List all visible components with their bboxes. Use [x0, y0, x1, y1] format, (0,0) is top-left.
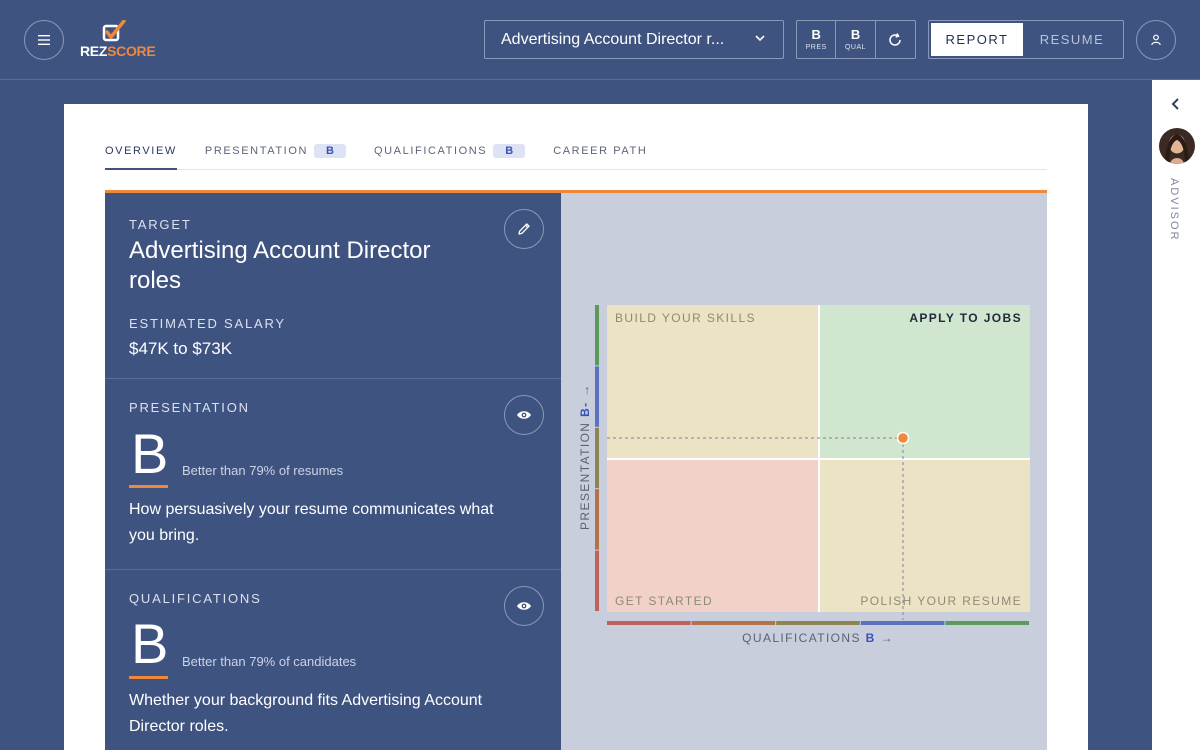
presentation-scale-band [595, 550, 599, 611]
qualifications-eyebrow: QUALIFICATIONS [129, 591, 262, 606]
x-axis-title: QUALIFICATIONS [742, 631, 861, 645]
qualifications-grade: B [131, 612, 169, 675]
advisor-panel: ADVISOR [1152, 80, 1200, 750]
presentation-tab-badge: B [314, 144, 346, 158]
target-role-select[interactable]: Advertising Account Director r... [484, 20, 784, 59]
advisor-portrait [1159, 128, 1195, 164]
refresh-button[interactable] [876, 21, 915, 58]
menu-button[interactable] [24, 20, 64, 60]
target-role-value: Advertising Account Director r... [501, 30, 725, 48]
quadrant-chart: BUILD YOUR SKILLS APPLY TO JOBS GET STAR… [578, 305, 1030, 645]
report-card: OVERVIEW PRESENTATION B QUALIFICATIONS B… [64, 104, 1088, 750]
presentation-description: How persuasively your resume communicate… [129, 501, 494, 544]
presentation-grade: B [131, 422, 169, 485]
eye-icon [517, 411, 531, 419]
presentation-percentile: Better than 79% of resumes [182, 463, 344, 478]
tab-presentation[interactable]: PRESENTATION B [205, 136, 346, 170]
presentation-scale-band [595, 305, 599, 366]
summary-column: TARGET Advertising Account Director role… [105, 193, 561, 750]
chevron-down-icon [755, 35, 765, 42]
tab-overview[interactable]: OVERVIEW [105, 136, 177, 170]
qualifications-scale-band [860, 621, 945, 625]
quadrant-label-polish-your-resume: POLISH YOUR RESUME [860, 594, 1022, 608]
qualifications-grade-scale [607, 621, 1029, 625]
view-qualifications-button[interactable] [504, 586, 544, 626]
presentation-eyebrow: PRESENTATION [129, 400, 250, 415]
quadrant-get-started [607, 460, 818, 612]
resume-view-button[interactable]: RESUME [1023, 23, 1121, 56]
quadrant-polish-your-resume [820, 460, 1030, 612]
advisor-avatar[interactable] [1159, 128, 1195, 164]
quadrant-build-your-skills [607, 305, 818, 458]
view-presentation-button[interactable] [504, 395, 544, 435]
refresh-icon [889, 32, 902, 46]
view-toggle: REPORT RESUME [928, 20, 1124, 59]
qualifications-section: QUALIFICATIONS B Better than 79% of cand… [105, 570, 561, 750]
x-axis-label: QUALIFICATIONS B → [742, 631, 894, 645]
y-axis-grade: B- [578, 401, 592, 416]
report-tabs: OVERVIEW PRESENTATION B QUALIFICATIONS B… [105, 136, 1047, 170]
presentation-scale-band [595, 427, 599, 489]
qualifications-scale-band [691, 621, 776, 625]
quadrant-horizontal-divider [607, 458, 1030, 460]
chevron-left-icon[interactable] [1168, 96, 1184, 112]
salary-label: ESTIMATED SALARY [129, 316, 286, 331]
grade-summary: B PRES B QUAL [796, 20, 916, 59]
presentation-section: PRESENTATION B Better than 79% of resume… [105, 379, 561, 570]
x-axis-arrow-icon: → [880, 631, 893, 645]
qualifications-scale-band [945, 621, 1029, 625]
y-axis-arrow-icon: → [578, 383, 592, 396]
x-axis-grade: B [866, 631, 876, 645]
presentation-grade-pill[interactable]: B PRES [797, 21, 837, 58]
account-button[interactable] [1136, 20, 1176, 60]
logo-wordmark: REZSCORE [80, 43, 156, 59]
user-icon [1151, 34, 1161, 46]
y-axis-label: PRESENTATION B- → [578, 383, 592, 530]
pencil-icon [518, 223, 530, 235]
quadrant-chart-panel: BUILD YOUR SKILLS APPLY TO JOBS GET STAR… [561, 193, 1047, 750]
presentation-scale-band [595, 489, 599, 550]
quadrant-label-build-your-skills: BUILD YOUR SKILLS [615, 311, 756, 325]
tab-qualifications[interactable]: QUALIFICATIONS B [374, 136, 526, 170]
presentation-grade-underline [129, 485, 168, 488]
qualifications-description: Whether your background fits Advertising… [129, 692, 483, 735]
qualifications-grade-underline [129, 676, 168, 679]
qualifications-scale-band [607, 621, 691, 625]
eye-icon [517, 602, 531, 610]
report-view-button[interactable]: REPORT [931, 23, 1023, 56]
y-axis-title: PRESENTATION [578, 422, 592, 530]
tab-career-path[interactable]: CAREER PATH [553, 136, 647, 170]
presentation-scale-band [595, 366, 599, 427]
rezscore-logo[interactable]: REZSCORE [80, 20, 156, 62]
target-section: TARGET Advertising Account Director role… [105, 193, 561, 379]
resume-position-marker [896, 431, 910, 445]
quadrant-label-apply-to-jobs: APPLY TO JOBS [909, 311, 1022, 325]
quadrant-label-get-started: GET STARTED [615, 594, 713, 608]
target-role-title: Advertising Account Director roles [129, 237, 431, 294]
target-eyebrow: TARGET [129, 217, 192, 232]
hamburger-icon [38, 35, 50, 45]
overview-panel: TARGET Advertising Account Director role… [105, 190, 1047, 750]
qualifications-scale-band [776, 621, 860, 625]
qualifications-grade-pill[interactable]: B QUAL [836, 21, 876, 58]
advisor-label[interactable]: ADVISOR [1168, 178, 1180, 242]
edit-target-button[interactable] [504, 209, 544, 249]
top-bar: REZSCORE Advertising Account Director r.… [0, 0, 1200, 80]
qualifications-tab-badge: B [493, 144, 526, 158]
qualifications-percentile: Better than 79% of candidates [182, 654, 357, 669]
svg-text:PRESENTATION B- →: PRESENTATION B- → [578, 383, 592, 530]
presentation-grade-scale [595, 305, 599, 611]
quadrant-apply-to-jobs [820, 305, 1030, 458]
salary-value: $47K to $73K [129, 339, 233, 358]
